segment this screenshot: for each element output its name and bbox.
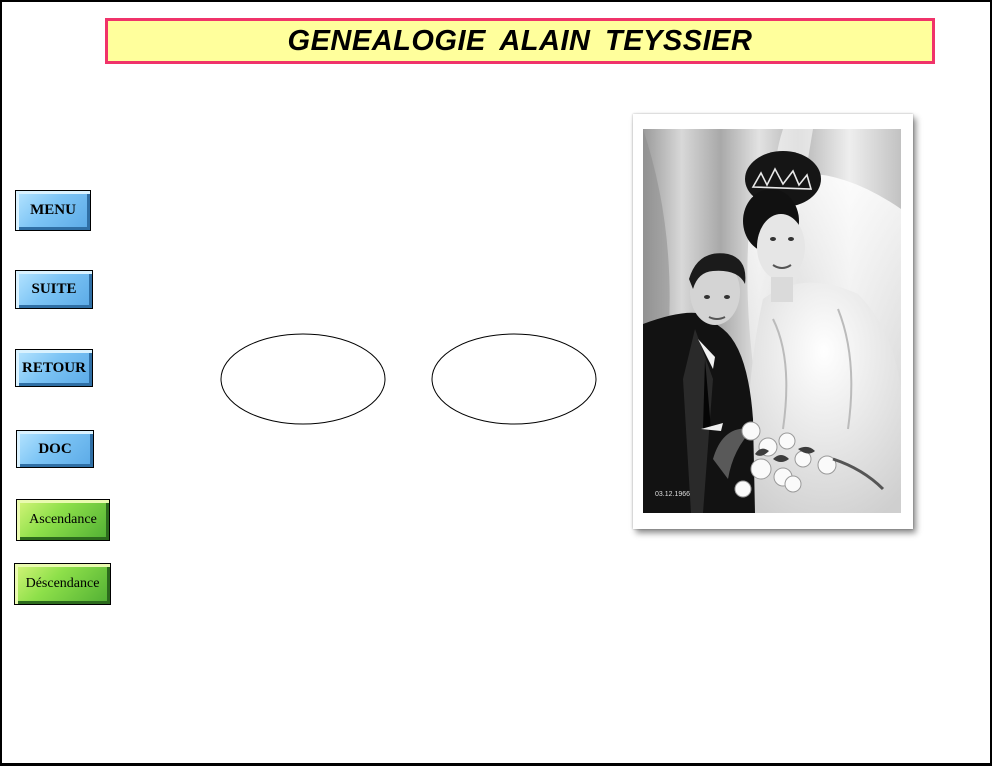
person-oval-right[interactable] bbox=[431, 333, 597, 425]
doc-button[interactable]: DOC bbox=[16, 430, 94, 468]
descendance-button[interactable]: Déscendance bbox=[14, 563, 111, 605]
person-oval-left[interactable] bbox=[220, 333, 386, 425]
ascendance-button[interactable]: Ascendance bbox=[16, 499, 110, 541]
person-ovals bbox=[220, 333, 597, 425]
wedding-couple-photo[interactable]: 03.12.1966 bbox=[643, 129, 901, 513]
menu-button[interactable]: MENU bbox=[15, 190, 91, 231]
photo-frame: 03.12.1966 bbox=[633, 114, 913, 529]
page-title: GENEALOGIE ALAIN TEYSSIER bbox=[105, 18, 935, 64]
page-frame: GENEALOGIE ALAIN TEYSSIER MENU SUITE RET… bbox=[0, 0, 992, 766]
suite-button[interactable]: SUITE bbox=[15, 270, 93, 309]
retour-button[interactable]: RETOUR bbox=[15, 349, 93, 387]
photo-date-stamp: 03.12.1966 bbox=[655, 491, 690, 498]
